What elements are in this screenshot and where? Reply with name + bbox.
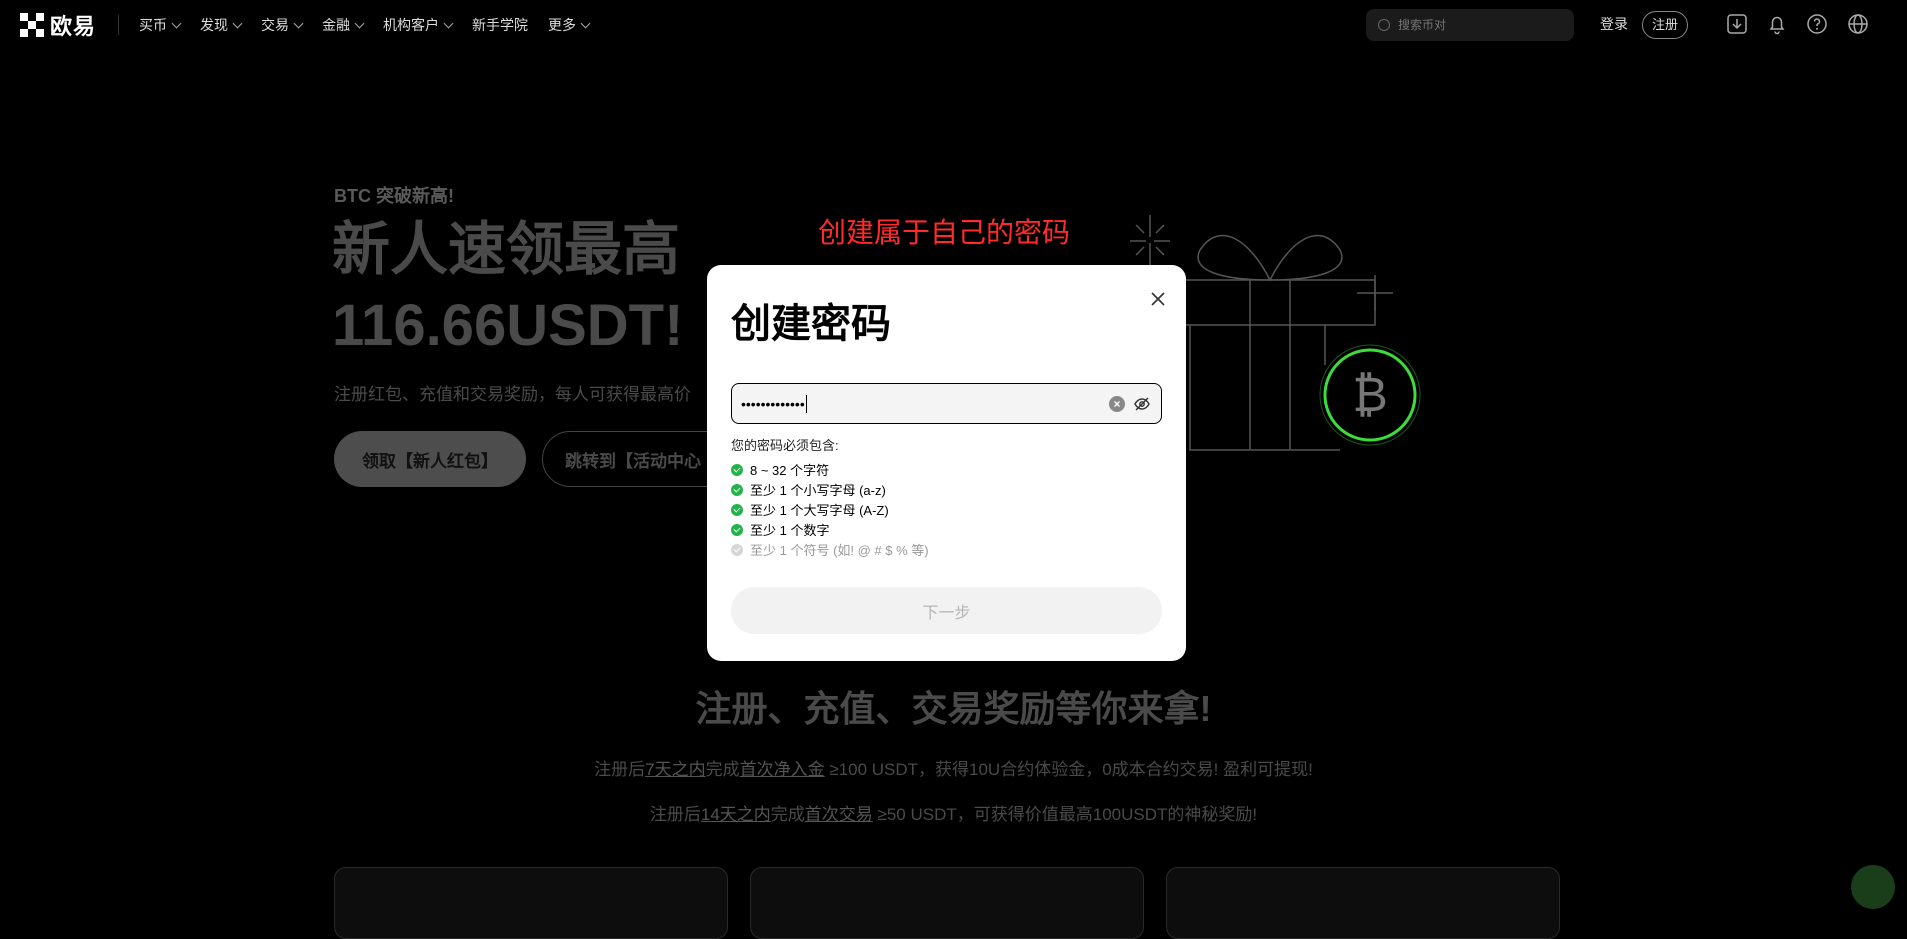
top-nav: 欧易 买币 发现 交易 金融 机构客户 新手学院 更多 登录 注册 [0,0,1907,50]
dialog-title: 创建密码 [731,302,891,346]
nav-item-institutional[interactable]: 机构客户 [383,15,454,35]
claim-bonus-button[interactable]: 领取【新人红包】 [334,431,526,487]
nav-item-label: 金融 [322,17,351,33]
okx-logo-icon [20,13,44,37]
password-value: ••••••••••••• [741,395,805,412]
create-password-dialog: 创建密码 ••••••••••••• 您的密码必须包含: 8 ~ 32 个字符 … [707,265,1186,661]
chevron-down-icon [232,18,243,28]
link-first-deposit[interactable]: 首次净入金 [740,760,825,779]
chevron-down-icon [293,18,304,28]
reward-card[interactable] [750,867,1144,939]
reward-card[interactable] [334,867,728,939]
chat-support-icon[interactable] [1851,865,1895,909]
globe-icon[interactable] [1847,13,1869,35]
nav-item-label: 机构客户 [383,17,440,33]
chevron-down-icon [354,18,365,28]
login-link[interactable]: 登录 [1600,14,1628,34]
nav-item-buy[interactable]: 买币 [139,15,182,35]
rewards-title: 注册、充值、交易奖励等你来拿! [695,688,1212,729]
nav-item-label: 新手学院 [472,17,529,33]
clear-input-icon[interactable] [1109,396,1125,412]
svg-text:₿: ₿ [1352,367,1388,423]
check-circle-icon [731,483,743,496]
nav-item-finance[interactable]: 金融 [322,15,365,35]
nav-item-label: 更多 [548,17,577,33]
nav-item-label: 买币 [139,17,168,33]
nav-item-more[interactable]: 更多 [548,15,591,35]
logo[interactable]: 欧易 [20,9,96,41]
password-rules-heading: 您的密码必须包含: [731,438,839,453]
nav-item-label: 交易 [261,17,290,33]
password-rule: 至少 1 个数字 [731,520,829,539]
nav-item-discover[interactable]: 发现 [200,15,243,35]
search-icon [1378,19,1390,31]
check-circle-icon [731,523,743,536]
hero-kicker: BTC 突破新高! [334,186,454,206]
search-input[interactable] [1396,17,1550,33]
check-circle-icon [731,503,743,516]
nav-item-label: 发现 [200,17,229,33]
hide-password-icon[interactable] [1133,395,1151,413]
bell-icon[interactable] [1766,13,1788,35]
link-14-days[interactable]: 14天之内 [701,805,771,824]
nav-divider [118,15,120,35]
check-circle-icon [731,543,743,556]
password-rule: 至少 1 个大写字母 (A-Z) [731,500,889,519]
close-icon[interactable] [1148,289,1168,309]
download-icon[interactable] [1726,13,1748,35]
help-icon[interactable] [1806,13,1828,35]
hero-subtitle: 注册红包、充值和交易奖励，每人可获得最高价 [334,385,691,404]
text-caret [805,394,807,413]
logo-text: 欧易 [50,14,97,39]
link-first-trade[interactable]: 首次交易 [805,805,873,824]
link-7-days[interactable]: 7天之内 [645,760,705,779]
hero-title: 新人速领最高 116.66USDT! [332,217,684,358]
password-rule: 8 ~ 32 个字符 [731,460,829,479]
password-rule: 至少 1 个小写字母 (a-z) [731,480,886,499]
chevron-down-icon [443,18,454,28]
annotation-text: 创建属于自己的密码 [818,217,1071,248]
nav-item-academy[interactable]: 新手学院 [472,15,528,35]
nav-item-trade[interactable]: 交易 [261,15,304,35]
chevron-down-icon [171,18,182,28]
password-input[interactable]: ••••••••••••• [731,383,1162,424]
register-button[interactable]: 注册 [1642,11,1689,39]
rewards-line-2: 注册后14天之内完成首次交易 ≥50 USDT，可获得价值最高100USDT的神… [649,805,1258,824]
rewards-line-1: 注册后7天之内完成首次净入金 ≥100 USDT，获得10U合约体验金，0成本合… [594,760,1313,779]
next-button[interactable]: 下一步 [731,587,1162,634]
chevron-down-icon [580,18,591,28]
search-box[interactable] [1366,9,1574,41]
password-rule: 至少 1 个符号 (如! @ # $ % 等) [731,540,929,559]
reward-card[interactable] [1166,867,1560,939]
check-circle-icon [731,463,743,476]
